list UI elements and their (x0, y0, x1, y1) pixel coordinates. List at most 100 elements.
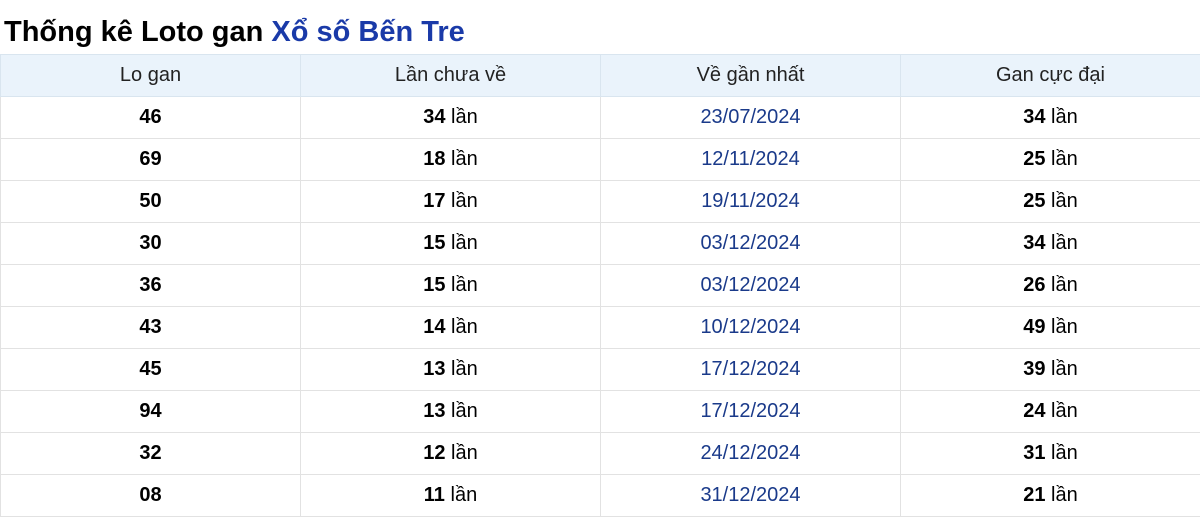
unit-label: lần (1051, 484, 1078, 506)
cell-lo-number: 69 (0, 138, 301, 181)
max-gap-value: 25 (1023, 190, 1046, 212)
unit-label: lần (1051, 148, 1078, 170)
cell-lo-number: 30 (0, 222, 301, 265)
unit-label: lần (1051, 442, 1078, 464)
unit-label: lần (451, 400, 478, 422)
cell-missed-count: 13 lần (300, 348, 601, 391)
missed-count-value: 34 (423, 106, 446, 128)
unit-label: lần (451, 358, 478, 380)
loto-gan-table: Lo gan Lần chưa về Về gần nhất Gan cực đ… (0, 54, 1200, 517)
unit-label: lần (451, 274, 478, 296)
cell-max-gap: 31 lần (900, 432, 1200, 475)
table-row: 46 34 lần 23/07/2024 34 lần (0, 96, 1200, 139)
table-row: 94 13 lần 17/12/2024 24 lần (0, 390, 1200, 433)
unit-label: lần (451, 232, 478, 254)
missed-count-value: 11 (423, 484, 445, 506)
unit-label: lần (1051, 190, 1078, 212)
max-gap-value: 21 (1023, 484, 1046, 506)
max-gap-value: 26 (1023, 274, 1046, 296)
cell-last-date: 24/12/2024 (600, 432, 901, 475)
max-gap-value: 31 (1023, 442, 1046, 464)
unit-label: lần (451, 442, 478, 464)
cell-max-gap: 39 lần (900, 348, 1200, 391)
title-prefix: Thống kê Loto gan (4, 16, 264, 48)
table-row: 32 12 lần 24/12/2024 31 lần (0, 432, 1200, 475)
table-row: 36 15 lần 03/12/2024 26 lần (0, 264, 1200, 307)
missed-count-value: 17 (423, 190, 446, 212)
header-gan-cuc-dai: Gan cực đại (900, 54, 1200, 97)
table-row: 43 14 lần 10/12/2024 49 lần (0, 306, 1200, 349)
page-title: Thống kê Loto gan Xổ số Bến Tre (0, 0, 1200, 54)
header-lo-gan: Lo gan (0, 54, 301, 97)
cell-max-gap: 34 lần (900, 222, 1200, 265)
unit-label: lần (450, 484, 478, 506)
cell-last-date: 19/11/2024 (600, 180, 901, 223)
cell-last-date: 23/07/2024 (600, 96, 901, 139)
cell-lo-number: 36 (0, 264, 301, 307)
cell-last-date: 17/12/2024 (600, 390, 901, 433)
table-row: 08 11 lần 31/12/2024 21 lần (0, 474, 1200, 517)
cell-max-gap: 25 lần (900, 180, 1200, 223)
cell-missed-count: 17 lần (300, 180, 601, 223)
cell-lo-number: 32 (0, 432, 301, 475)
cell-missed-count: 14 lần (300, 306, 601, 349)
unit-label: lần (451, 106, 478, 128)
header-lan-chua-ve: Lần chưa về (300, 54, 601, 97)
cell-last-date: 03/12/2024 (600, 264, 901, 307)
cell-missed-count: 15 lần (300, 264, 601, 307)
missed-count-value: 18 (423, 148, 446, 170)
unit-label: lần (1051, 106, 1078, 128)
header-ve-gan-nhat: Về gần nhất (600, 54, 901, 97)
table-row: 30 15 lần 03/12/2024 34 lần (0, 222, 1200, 265)
cell-lo-number: 43 (0, 306, 301, 349)
unit-label: lần (1051, 274, 1078, 296)
cell-lo-number: 50 (0, 180, 301, 223)
cell-missed-count: 13 lần (300, 390, 601, 433)
max-gap-value: 34 (1023, 232, 1046, 254)
cell-missed-count: 12 lần (300, 432, 601, 475)
unit-label: lần (1051, 232, 1078, 254)
cell-last-date: 31/12/2024 (600, 474, 901, 517)
cell-max-gap: 25 lần (900, 138, 1200, 181)
cell-last-date: 12/11/2024 (600, 138, 901, 181)
cell-missed-count: 15 lần (300, 222, 601, 265)
table-row: 45 13 lần 17/12/2024 39 lần (0, 348, 1200, 391)
table-row: 69 18 lần 12/11/2024 25 lần (0, 138, 1200, 181)
unit-label: lần (451, 190, 478, 212)
cell-lo-number: 94 (0, 390, 301, 433)
cell-lo-number: 08 (0, 474, 301, 517)
cell-missed-count: 18 lần (300, 138, 601, 181)
cell-lo-number: 46 (0, 96, 301, 139)
max-gap-value: 49 (1023, 316, 1046, 338)
table-body: 46 34 lần 23/07/2024 34 lần 69 18 lần 12/11/20… (0, 96, 1200, 517)
unit-label: lần (1051, 358, 1078, 380)
cell-last-date: 03/12/2024 (600, 222, 901, 265)
missed-count-value: 15 (423, 232, 446, 254)
missed-count-value: 15 (423, 274, 446, 296)
table-header-row: Lo gan Lần chưa về Về gần nhất Gan cực đ… (0, 54, 1200, 97)
unit-label: lần (451, 316, 478, 338)
cell-max-gap: 21 lần (900, 474, 1200, 517)
unit-label: lần (1051, 316, 1078, 338)
cell-missed-count: 34 lần (300, 96, 601, 139)
missed-count-value: 13 (423, 358, 446, 380)
cell-missed-count: 11 lần (300, 474, 601, 517)
unit-label: lần (1051, 400, 1078, 422)
cell-max-gap: 49 lần (900, 306, 1200, 349)
lottery-link[interactable]: Xổ số Bến Tre (271, 16, 464, 48)
missed-count-value: 12 (423, 442, 446, 464)
max-gap-value: 25 (1023, 148, 1046, 170)
cell-last-date: 17/12/2024 (600, 348, 901, 391)
cell-max-gap: 26 lần (900, 264, 1200, 307)
cell-last-date: 10/12/2024 (600, 306, 901, 349)
missed-count-value: 13 (423, 400, 446, 422)
missed-count-value: 14 (423, 316, 446, 338)
table-row: 50 17 lần 19/11/2024 25 lần (0, 180, 1200, 223)
unit-label: lần (451, 148, 478, 170)
max-gap-value: 24 (1023, 400, 1046, 422)
cell-lo-number: 45 (0, 348, 301, 391)
max-gap-value: 39 (1023, 358, 1046, 380)
cell-max-gap: 24 lần (900, 390, 1200, 433)
cell-max-gap: 34 lần (900, 96, 1200, 139)
max-gap-value: 34 (1023, 106, 1046, 128)
